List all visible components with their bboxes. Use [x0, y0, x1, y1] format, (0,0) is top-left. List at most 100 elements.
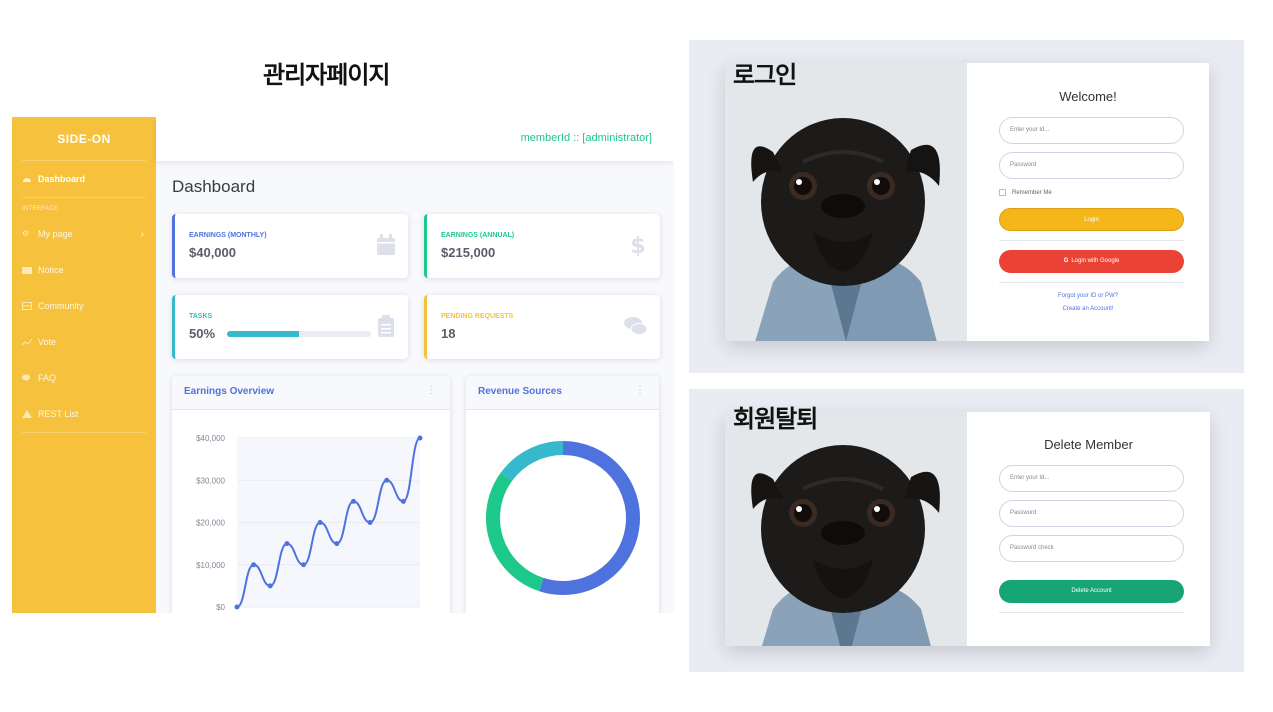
- y-tick-label: $40,000: [196, 434, 225, 443]
- chevron-right-icon: ›: [140, 228, 144, 240]
- data-point[interactable]: [267, 583, 273, 589]
- panel-title: Revenue Sources: [478, 386, 562, 397]
- more-icon[interactable]: ⋮: [635, 385, 645, 396]
- login-caption: 로그인: [733, 61, 797, 89]
- table-icon: [22, 302, 32, 310]
- remember-label: Remember Me: [1012, 189, 1052, 196]
- clipboard-icon: [378, 315, 394, 337]
- sidebar-divider: [22, 197, 146, 198]
- data-point[interactable]: [301, 562, 307, 568]
- data-point[interactable]: [350, 498, 356, 504]
- delete-account-button[interactable]: Delete Account: [999, 580, 1184, 603]
- google-button-label: Login with Google: [1071, 258, 1120, 264]
- donut-slice[interactable]: [500, 441, 564, 482]
- sidebar-item-vote[interactable]: Vote: [12, 324, 156, 360]
- sidebar-item-label: FAQ: [38, 373, 57, 383]
- data-point[interactable]: [334, 541, 340, 547]
- id-input[interactable]: Enter your Id...: [999, 465, 1184, 492]
- tasks-progress-bar: [227, 331, 371, 337]
- page-title: Dashboard: [172, 177, 256, 196]
- stat-label: TASKS: [189, 313, 213, 320]
- stat-label: EARNINGS (ANNUAL): [441, 232, 515, 239]
- delete-form: Delete Member Enter your Id... Password …: [967, 412, 1210, 646]
- sidebar-item-label: Community: [38, 301, 84, 311]
- login-card: Welcome! Enter your Id... Password Remem…: [725, 63, 1209, 341]
- dollar-icon: $: [630, 234, 645, 256]
- sidebar-item-community[interactable]: Community: [12, 288, 156, 324]
- warning-icon: [22, 410, 32, 418]
- password-check-input[interactable]: Password check: [999, 535, 1184, 562]
- delete-caption: 회원탈퇴: [733, 405, 818, 433]
- password-input[interactable]: Password: [999, 500, 1184, 527]
- sidebar-divider: [22, 432, 146, 433]
- calendar-icon: [377, 234, 395, 255]
- form-title: Welcome!: [1059, 89, 1117, 104]
- sidebar-item-label: My page: [38, 229, 73, 239]
- stat-value: $40,000: [189, 245, 236, 260]
- donut-slice[interactable]: [539, 441, 640, 595]
- data-point[interactable]: [367, 520, 373, 525]
- pug-photo: [725, 412, 967, 646]
- data-point[interactable]: [417, 435, 423, 441]
- comments-icon: [22, 374, 30, 381]
- stat-card-earnings-annual: EARNINGS (ANNUAL) $215,000 $: [424, 214, 660, 278]
- delete-card: Delete Member Enter your Id... Password …: [725, 412, 1210, 646]
- admin-dashboard: SIDE-ON Dashboard INTERFACE ⚙ My page › …: [12, 117, 674, 613]
- progress-fill: [227, 331, 299, 337]
- stat-value: $215,000: [441, 245, 496, 260]
- divider: [999, 612, 1184, 613]
- folder-icon: [22, 267, 32, 274]
- comments-icon: [624, 317, 648, 335]
- password-input[interactable]: Password: [999, 152, 1184, 179]
- sidebar-item-label: REST List: [38, 409, 79, 419]
- data-point[interactable]: [384, 477, 390, 483]
- panel-title: Earnings Overview: [184, 386, 275, 397]
- data-point[interactable]: [234, 604, 240, 610]
- pug-image: [725, 63, 967, 341]
- sidebar-item-my-page[interactable]: ⚙ My page ›: [12, 216, 156, 252]
- donut-slice[interactable]: [486, 472, 544, 592]
- sidebar-item-faq[interactable]: FAQ: [12, 360, 156, 396]
- form-title: Delete Member: [1044, 437, 1133, 452]
- forgot-link[interactable]: Forgot your ID or PW?: [967, 293, 1209, 299]
- revenue-sources-panel: Revenue Sources ⋮: [466, 376, 659, 613]
- divider: [999, 240, 1184, 241]
- earnings-overview-panel: Earnings Overview ⋮ $0 $10,000 $20,000 $30,…: [172, 376, 450, 613]
- sidebar: SIDE-ON Dashboard INTERFACE ⚙ My page › …: [12, 117, 156, 613]
- login-button[interactable]: Login: [999, 208, 1184, 231]
- remember-checkbox[interactable]: [999, 189, 1006, 196]
- google-icon: G: [1063, 258, 1069, 264]
- sidebar-item-rest-list[interactable]: REST List: [12, 396, 156, 432]
- create-account-link[interactable]: Create an Account!: [967, 306, 1209, 312]
- more-icon[interactable]: ⋮: [426, 385, 436, 396]
- earnings-line-chart: $0 $10,000 $20,000 $30,000 $40,000: [196, 434, 423, 612]
- data-point[interactable]: [317, 520, 323, 525]
- stat-card-tasks: TASKS 50%: [172, 295, 408, 359]
- revenue-donut-chart: [486, 441, 640, 595]
- sidebar-item-label: Vote: [38, 337, 57, 347]
- stat-value: 50%: [189, 326, 216, 341]
- data-point[interactable]: [400, 498, 406, 504]
- data-point[interactable]: [284, 541, 290, 547]
- id-input[interactable]: Enter your Id...: [999, 117, 1184, 144]
- topbar: memberId :: [administrator]: [156, 117, 674, 161]
- login-form: Welcome! Enter your Id... Password Remem…: [967, 63, 1209, 341]
- sidebar-item-dashboard[interactable]: Dashboard: [12, 161, 156, 197]
- sidebar-item-notice[interactable]: Notice: [12, 252, 156, 288]
- stat-value: 18: [441, 326, 456, 341]
- y-tick-label: $20,000: [196, 519, 225, 528]
- svg-text:$: $: [630, 234, 645, 256]
- admin-caption: 관리자페이지: [263, 61, 390, 89]
- y-tick-label: $10,000: [196, 561, 225, 570]
- remember-me-row[interactable]: Remember Me: [999, 189, 1052, 196]
- stat-card-earnings-monthly: EARNINGS (MONTHLY) $40,000: [172, 214, 408, 278]
- sidebar-brand[interactable]: SIDE-ON: [22, 117, 146, 161]
- sidebar-item-label: Notice: [38, 265, 64, 275]
- sidebar-item-label: Dashboard: [38, 174, 86, 184]
- chart-icon: [22, 338, 32, 346]
- user-label[interactable]: memberId :: [administrator]: [521, 132, 652, 144]
- data-point[interactable]: [251, 562, 257, 568]
- y-tick-label: $0: [216, 603, 225, 612]
- google-login-button[interactable]: G Login with Google: [999, 250, 1184, 273]
- stat-card-pending-requests: PENDING REQUESTS 18: [424, 295, 660, 359]
